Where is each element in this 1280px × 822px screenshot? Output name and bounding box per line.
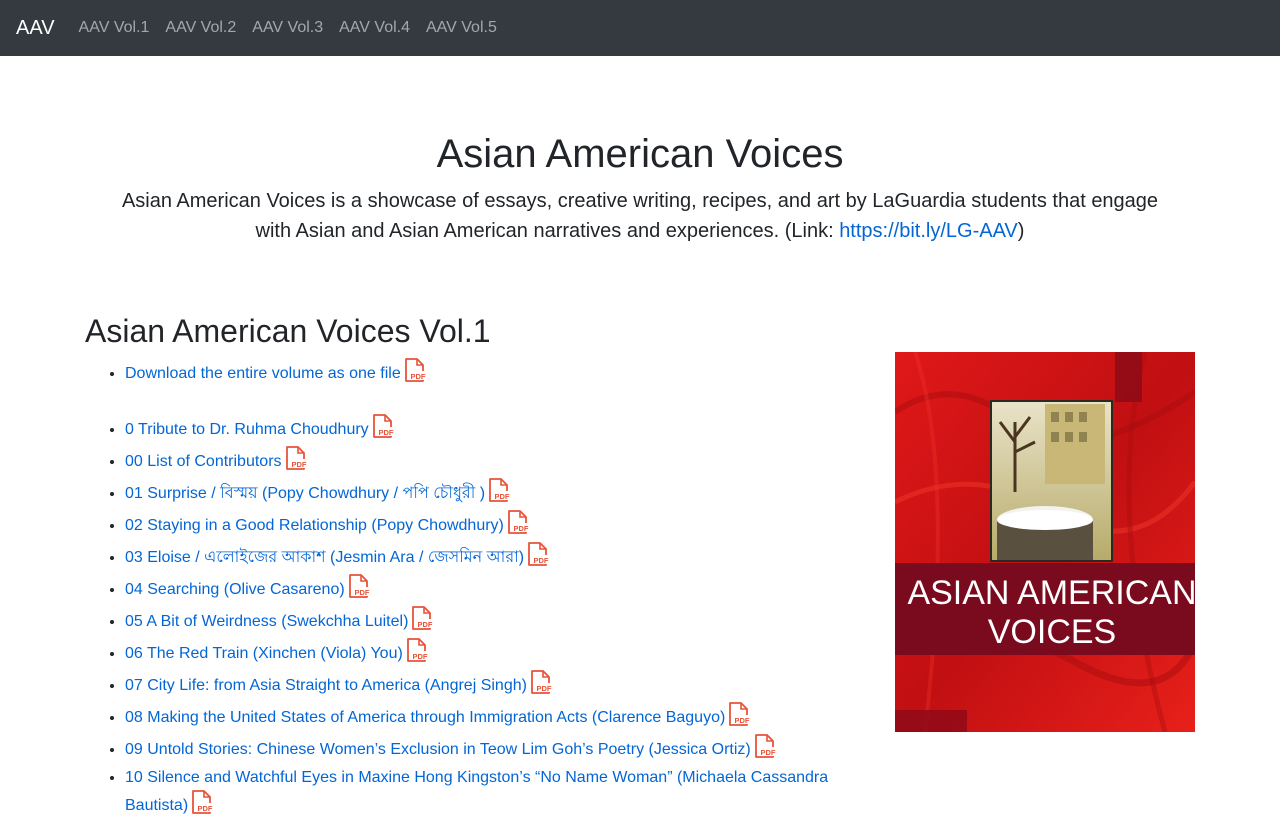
- svg-text:PDF: PDF: [291, 460, 306, 469]
- list-item: 08 Making the United States of America t…: [125, 702, 845, 734]
- svg-text:PDF: PDF: [495, 492, 510, 501]
- pdf-icon[interactable]: PDF: [348, 574, 370, 606]
- list-item: 09 Untold Stories: Chinese Women’s Exclu…: [125, 734, 845, 766]
- list-item: 03 Eloise / এলোইজের আকাশ (Jesmin Ara / জ…: [125, 542, 845, 574]
- file-link[interactable]: 05 A Bit of Weirdness (Swekchha Luitel): [125, 613, 408, 630]
- page-description: Asian American Voices is a showcase of e…: [110, 186, 1170, 246]
- pdf-icon[interactable]: PDF: [411, 606, 434, 638]
- file-link[interactable]: 02 Staying in a Good Relationship (Popy …: [125, 517, 504, 534]
- svg-text:PDF: PDF: [735, 716, 750, 725]
- pdf-icon[interactable]: PDF: [527, 542, 550, 574]
- nav-link-vol5[interactable]: AAV Vol.5: [426, 19, 497, 37]
- list-item: 0 Tribute to Dr. Ruhma Choudhury PDF: [125, 414, 845, 446]
- svg-text:PDF: PDF: [418, 620, 433, 629]
- nav-link-vol1[interactable]: AAV Vol.1: [79, 19, 150, 37]
- file-link[interactable]: 07 City Life: from Asia Straight to Amer…: [125, 677, 527, 694]
- volume-file-list: Download the entire volume as one file PD…: [85, 358, 845, 822]
- volume-title: Asian American Voices Vol.1: [85, 313, 491, 349]
- svg-text:PDF: PDF: [198, 804, 213, 813]
- pdf-icon[interactable]: PDF: [372, 414, 394, 446]
- list-item: 05 A Bit of Weirdness (Swekchha Luitel) P…: [125, 606, 845, 638]
- brand-link[interactable]: AAV: [16, 17, 55, 40]
- nav-link-vol4[interactable]: AAV Vol.4: [339, 19, 410, 37]
- file-link[interactable]: 04 Searching (Olive Casareno): [125, 581, 345, 598]
- file-link[interactable]: 00 List of Contributors: [125, 453, 282, 470]
- file-link[interactable]: 08 Making the United States of America t…: [125, 709, 725, 726]
- cover-title-line2: VOICES: [988, 613, 1116, 651]
- pdf-icon[interactable]: PDF: [406, 638, 428, 670]
- file-link[interactable]: 09 Untold Stories: Chinese Women’s Exclu…: [125, 741, 751, 758]
- download-volume-link[interactable]: Download the entire volume as one file: [125, 365, 401, 382]
- svg-text:PDF: PDF: [534, 556, 549, 565]
- pdf-icon[interactable]: PDF: [285, 446, 307, 478]
- pdf-icon[interactable]: PDF: [404, 358, 426, 390]
- list-item: 02 Staying in a Good Relationship (Popy …: [125, 510, 845, 542]
- volume-section: Asian American Voices Vol.1 Download the…: [85, 312, 1280, 822]
- pdf-icon[interactable]: PDF: [530, 670, 552, 702]
- cover-art: ASIAN AMERICAN VOICES: [895, 352, 1195, 732]
- svg-text:PDF: PDF: [513, 524, 528, 533]
- nav-link-vol3[interactable]: AAV Vol.3: [252, 19, 323, 37]
- description-end: ): [1017, 220, 1025, 242]
- hero-section: Asian American Voices Asian American Voi…: [0, 56, 1280, 246]
- pdf-icon[interactable]: PDF: [728, 702, 751, 734]
- file-link[interactable]: 10 Silence and Watchful Eyes in Maxine H…: [125, 769, 828, 814]
- cover-title-line1: ASIAN AMERICAN: [907, 574, 1195, 612]
- svg-text:PDF: PDF: [412, 652, 427, 661]
- nav-link-vol2[interactable]: AAV Vol.2: [165, 19, 236, 37]
- list-item: 01 Surprise / বিস্ময় (Popy Chowdhury / …: [125, 478, 845, 510]
- file-link[interactable]: 03 Eloise / এলোইজের আকাশ (Jesmin Ara / জ…: [125, 549, 524, 566]
- top-navbar: AAV AAV Vol.1 AAV Vol.2 AAV Vol.3 AAV Vo…: [0, 0, 1280, 56]
- svg-text:PDF: PDF: [760, 748, 775, 757]
- pdf-icon[interactable]: PDF: [488, 478, 511, 510]
- file-link[interactable]: 06 The Red Train (Xinchen (Viola) You): [125, 645, 403, 662]
- pdf-icon[interactable]: PDF: [754, 734, 776, 766]
- list-item: 04 Searching (Olive Casareno) PDF: [125, 574, 845, 606]
- pdf-icon[interactable]: PDF: [507, 510, 529, 542]
- file-link[interactable]: 0 Tribute to Dr. Ruhma Choudhury: [125, 421, 369, 438]
- svg-text:PDF: PDF: [410, 372, 425, 381]
- list-item: 10 Silence and Watchful Eyes in Maxine H…: [125, 766, 845, 822]
- short-link[interactable]: https://bit.ly/LG-AAV: [839, 220, 1018, 242]
- page-title: Asian American Voices: [436, 132, 844, 176]
- svg-text:PDF: PDF: [536, 684, 551, 693]
- svg-text:PDF: PDF: [354, 588, 369, 597]
- volume-cover-image: ASIAN AMERICAN VOICES: [895, 352, 1195, 732]
- download-item: Download the entire volume as one file PD…: [125, 358, 845, 390]
- file-link[interactable]: 01 Surprise / বিস্ময় (Popy Chowdhury / …: [125, 485, 485, 502]
- svg-text:PDF: PDF: [378, 428, 393, 437]
- list-item: 07 City Life: from Asia Straight to Amer…: [125, 670, 845, 702]
- pdf-icon[interactable]: PDF: [191, 790, 214, 822]
- list-item: 00 List of Contributors PDF: [125, 446, 845, 478]
- list-item: 06 The Red Train (Xinchen (Viola) You) PD…: [125, 638, 845, 670]
